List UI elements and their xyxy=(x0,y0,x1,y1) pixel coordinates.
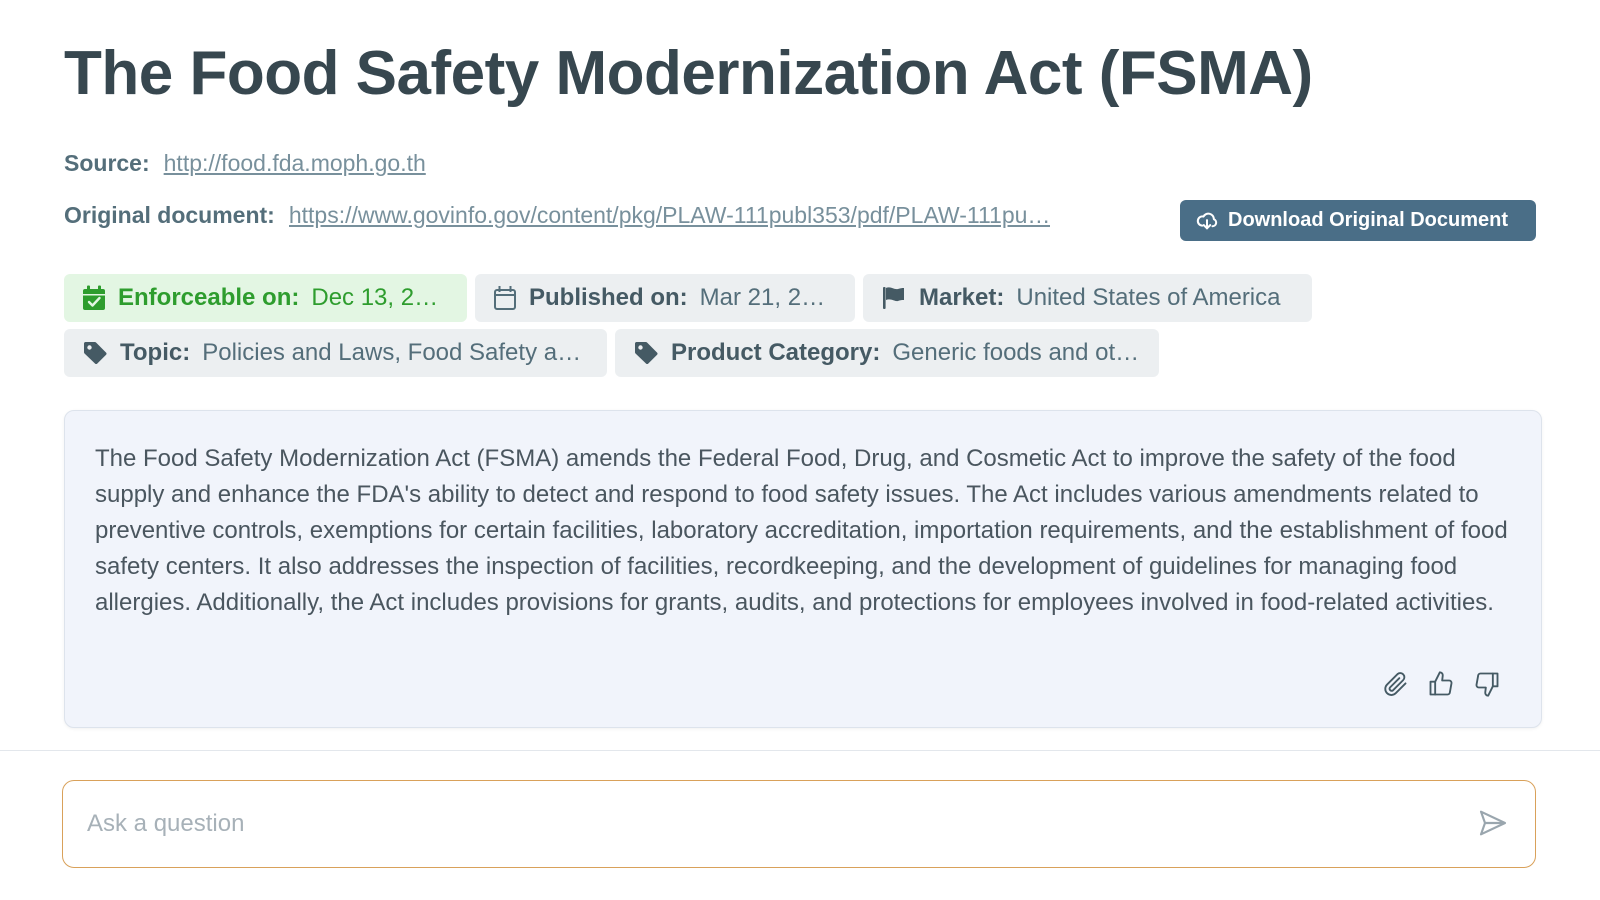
enforceable-value: Dec 13, 2017 xyxy=(311,284,449,311)
topic-chip[interactable]: Topic: Policies and Laws, Food Safety a… xyxy=(64,329,607,377)
divider xyxy=(0,750,1600,751)
download-button-label: Download Original Document xyxy=(1228,209,1509,231)
market-chip: Market: United States of America xyxy=(863,274,1312,322)
tag-icon xyxy=(635,342,658,365)
calendar-check-icon xyxy=(83,285,105,310)
product-category-chip[interactable]: Product Category: Generic foods and ot… xyxy=(615,329,1159,377)
topic-value: Policies and Laws, Food Safety a… xyxy=(202,339,582,366)
flag-icon xyxy=(883,287,904,309)
source-row: Source: http://food.fda.moph.go.th xyxy=(64,150,426,177)
page-title: The Food Safety Modernization Act (FSMA) xyxy=(64,39,1313,108)
published-label: Published on: xyxy=(529,284,688,311)
source-label: Source: xyxy=(64,150,150,176)
paperclip-icon[interactable] xyxy=(1381,669,1409,697)
original-document-row: Original document: https://www.govinfo.g… xyxy=(64,202,1050,229)
published-chip: Published on: Mar 21, 2012 xyxy=(475,274,855,322)
summary-actions xyxy=(1381,669,1501,697)
cloud-download-icon xyxy=(1196,212,1218,229)
original-document-label: Original document: xyxy=(64,202,275,228)
ask-question-input[interactable] xyxy=(87,810,1477,838)
published-value: Mar 21, 2012 xyxy=(699,284,837,311)
enforceable-chip: Enforceable on: Dec 13, 2017 xyxy=(64,274,467,322)
market-label: Market: xyxy=(919,284,1005,311)
calendar-icon xyxy=(494,286,516,310)
topic-label: Topic: xyxy=(120,339,191,366)
source-link[interactable]: http://food.fda.moph.go.th xyxy=(164,150,426,177)
summary-card: The Food Safety Modernization Act (FSMA)… xyxy=(64,410,1542,728)
product-category-label: Product Category: xyxy=(671,339,881,366)
thumbs-down-icon[interactable] xyxy=(1473,669,1501,697)
product-category-value: Generic foods and ot… xyxy=(892,339,1140,366)
original-document-link[interactable]: https://www.govinfo.gov/content/pkg/PLAW… xyxy=(289,202,1051,229)
market-value: United States of America xyxy=(1016,284,1281,311)
send-icon[interactable] xyxy=(1477,807,1511,841)
tag-icon xyxy=(84,342,107,365)
enforceable-label: Enforceable on: xyxy=(118,284,300,311)
thumbs-up-icon[interactable] xyxy=(1427,669,1455,697)
page: The Food Safety Modernization Act (FSMA)… xyxy=(0,0,1600,900)
ask-question-box xyxy=(62,780,1536,868)
download-original-document-button[interactable]: Download Original Document xyxy=(1180,200,1536,241)
summary-text: The Food Safety Modernization Act (FSMA)… xyxy=(95,445,1508,616)
